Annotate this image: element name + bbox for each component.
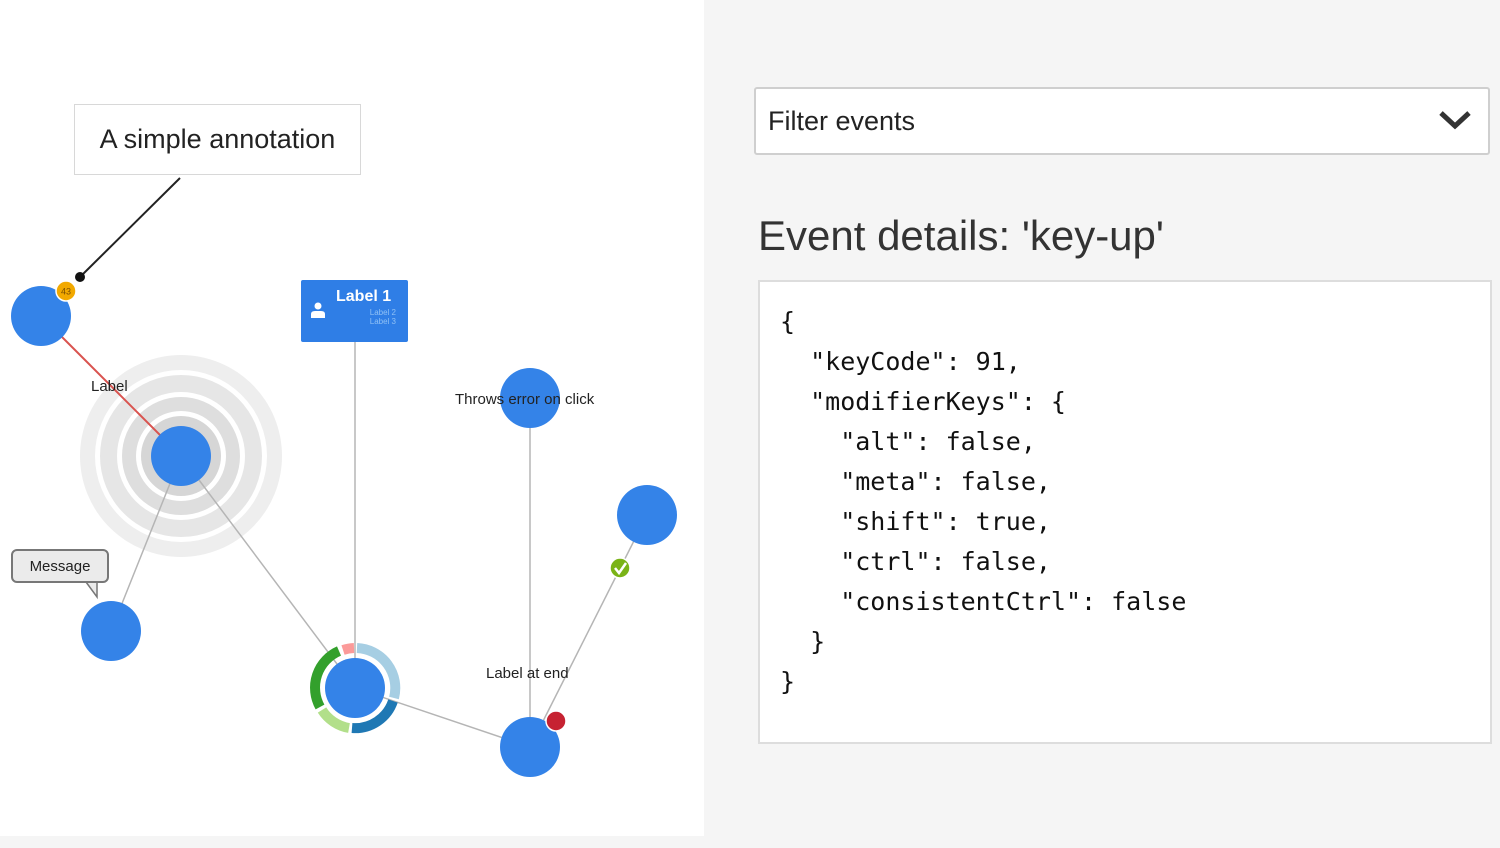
event-details-box: { "keyCode": 91, "modifierKeys": { "alt"…: [758, 280, 1492, 744]
node-label-card[interactable]: Label 1 Label 2 Label 3: [301, 280, 408, 342]
event-details-heading: Event details: 'key-up': [758, 212, 1164, 259]
node-card-subtitle: Label 3: [369, 317, 396, 326]
chevron-down-icon[interactable]: [1438, 109, 1472, 131]
edge-end-label: Label at end: [486, 665, 569, 682]
count-badge-text: 43: [61, 287, 71, 297]
event-json: { "keyCode": 91, "modifierKeys": { "alt"…: [780, 307, 1187, 696]
graph-node[interactable]: [617, 485, 677, 545]
graph-node-central[interactable]: [151, 426, 211, 486]
node-card-title: Label 1: [336, 288, 392, 305]
filter-events-select[interactable]: Filter events: [754, 87, 1490, 155]
edge[interactable]: [529, 514, 648, 748]
graph-canvas[interactable]: 43 A simple annotation Label 1 Label 2 L…: [0, 0, 704, 836]
status-error-icon: [545, 710, 567, 732]
donut-segment-pink: [341, 643, 355, 655]
graph-node-donut[interactable]: [325, 658, 385, 718]
annotation-connector: [79, 177, 181, 278]
annotation-text: A simple annotation: [99, 124, 336, 154]
status-ok-icon: [609, 557, 631, 579]
node-card-subtitle: Label 2: [369, 308, 396, 317]
person-icon: [311, 302, 325, 318]
annotation-connector-dot: [75, 272, 85, 282]
tooltip-tail: [84, 581, 98, 600]
node-label-throws-error: Throws error on click: [455, 391, 595, 408]
annotation-box: A simple annotation: [74, 104, 361, 175]
graph-node[interactable]: [81, 601, 141, 661]
tooltip-text: Message: [29, 557, 91, 575]
edge-label: Label: [91, 378, 128, 395]
graph-footer-strip: [0, 836, 704, 848]
message-tooltip: Message: [11, 549, 109, 583]
filter-events-text: Filter events: [768, 106, 916, 136]
